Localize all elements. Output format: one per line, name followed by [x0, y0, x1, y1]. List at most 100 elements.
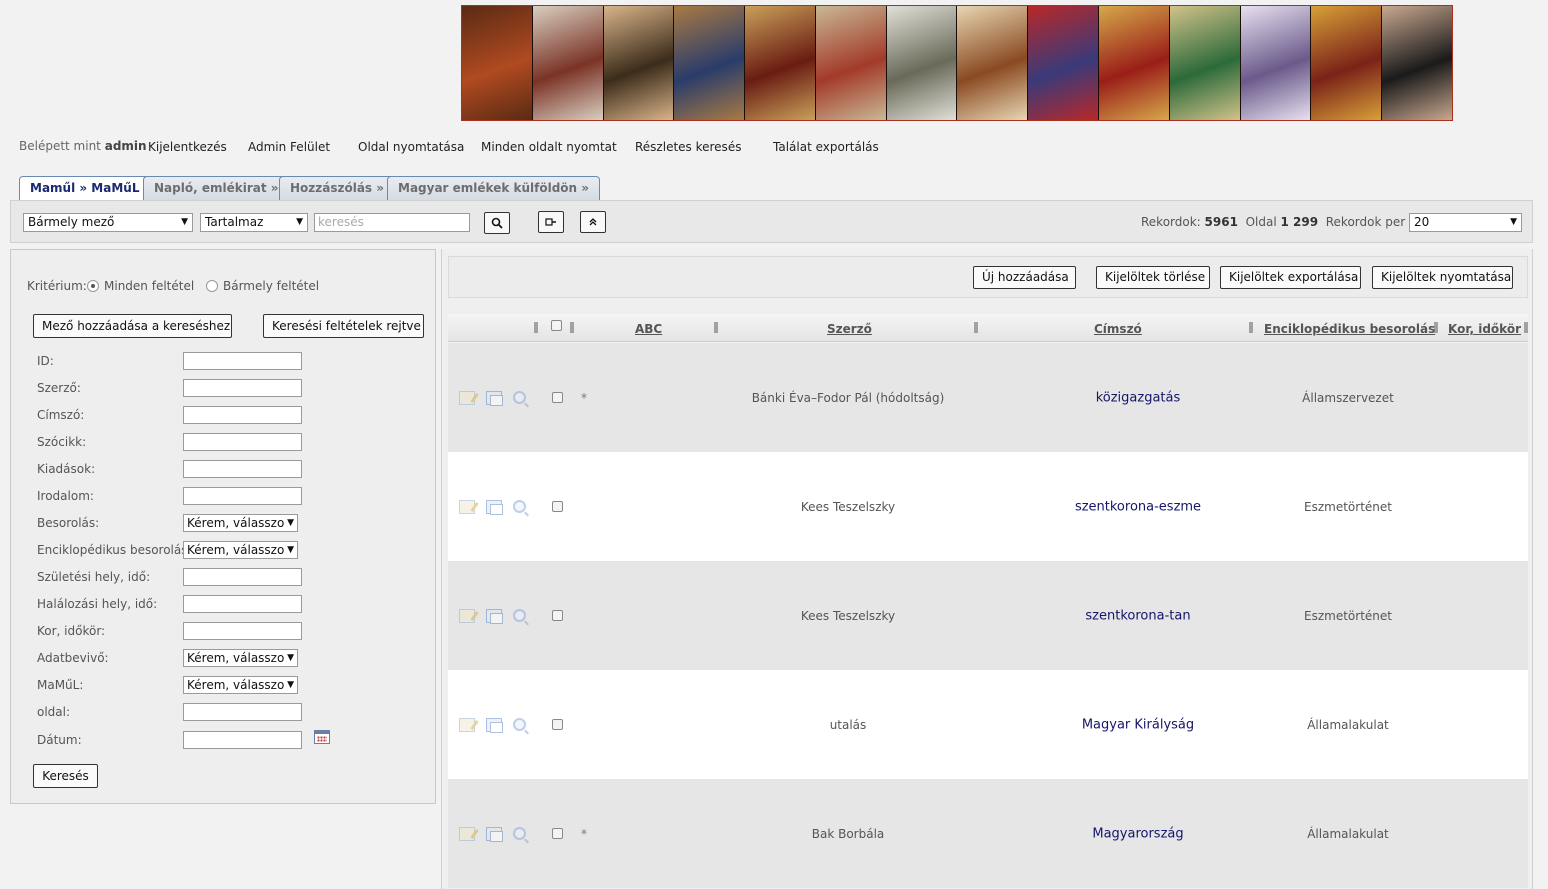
table-row[interactable]: * Bánki Éva–Fodor Pál (hódoltság) közigazg…	[448, 343, 1528, 452]
view-icon[interactable]	[513, 608, 526, 622]
print-all-link[interactable]: Minden oldalt nyomtat	[481, 140, 617, 154]
calendar-icon[interactable]	[314, 730, 330, 744]
table-row[interactable]: utalás Magyar Királyság Államalakulat	[448, 670, 1528, 779]
field-input[interactable]	[183, 731, 302, 749]
row-checkbox[interactable]	[552, 391, 563, 403]
field-select[interactable]: Kérem, válasszon ▼	[183, 676, 298, 694]
chevron-down-icon: ▼	[285, 677, 294, 693]
field-input[interactable]	[183, 433, 302, 451]
copy-icon[interactable]	[486, 826, 503, 842]
edit-icon[interactable]	[459, 608, 475, 623]
column-resize-grip[interactable]	[974, 322, 978, 333]
copy-icon[interactable]	[486, 499, 503, 515]
copy-icon[interactable]	[486, 390, 503, 406]
radio-all-conditions[interactable]	[87, 280, 99, 292]
operator-select[interactable]: Tartalmaz ▼	[200, 213, 308, 232]
chevron-down-icon: ▼	[285, 515, 294, 531]
field-input[interactable]	[183, 595, 302, 613]
field-input[interactable]	[183, 703, 302, 721]
column-header-cimszo[interactable]: Címszó	[1094, 322, 1142, 336]
cell-szerzo: utalás	[829, 717, 867, 732]
column-header-enciklopedikus[interactable]: Enciklopédikus besorolás	[1264, 322, 1435, 336]
cell-cimszo[interactable]: közigazgatás	[1008, 390, 1268, 405]
per-page-select[interactable]: 20 ▼	[1409, 213, 1522, 232]
operator-select-value: Tartalmaz	[205, 215, 264, 229]
header-banner	[461, 5, 1453, 121]
admin-link[interactable]: Admin Felület	[248, 140, 330, 154]
view-icon[interactable]	[513, 826, 526, 840]
view-icon[interactable]	[513, 390, 526, 404]
field-input[interactable]	[183, 379, 302, 397]
cell-cimszo[interactable]: szentkorona-tan	[1008, 608, 1268, 623]
toggle-filter-button[interactable]	[538, 211, 564, 233]
field-select[interactable]: Kérem, válasszon ▼	[183, 514, 298, 532]
column-header-szerzo[interactable]: Szerző	[827, 322, 872, 336]
column-resize-grip[interactable]	[1249, 322, 1253, 333]
table-row[interactable]: Kees Teszelszky szentkorona-eszme Eszmetör…	[448, 452, 1528, 561]
field-input[interactable]	[183, 487, 302, 505]
advanced-search-panel: Kritérium: Minden feltétel Bármely felté…	[10, 249, 436, 804]
cell-besorolas: Államalakulat	[1307, 717, 1389, 732]
field-input[interactable]	[183, 406, 302, 424]
row-checkbox[interactable]	[552, 827, 563, 839]
collapse-button[interactable]	[580, 211, 606, 233]
page-label: Oldal	[1245, 215, 1277, 229]
view-icon[interactable]	[513, 717, 526, 731]
field-label: Szerző:	[37, 381, 81, 395]
column-resize-grip[interactable]	[570, 322, 574, 333]
copy-icon[interactable]	[486, 608, 503, 624]
tab-mamul[interactable]: Maműl » MaMűL	[19, 176, 151, 201]
banner-portrait-image	[674, 6, 746, 120]
add-new-button[interactable]: Új hozzáadása	[973, 266, 1076, 289]
cell-cimszo[interactable]: Magyar Királyság	[1008, 717, 1268, 732]
column-resize-grip[interactable]	[1434, 322, 1438, 333]
column-resize-grip[interactable]	[714, 322, 718, 333]
column-resize-grip[interactable]	[534, 322, 538, 333]
edit-icon[interactable]	[459, 390, 475, 405]
search-button[interactable]	[484, 212, 510, 234]
tab-hozzaszolas[interactable]: Hozzászólás »	[279, 176, 396, 200]
column-resize-grip[interactable]	[1524, 322, 1528, 333]
row-checkbox[interactable]	[552, 609, 563, 621]
cell-cimszo[interactable]: szentkorona-eszme	[1008, 499, 1268, 514]
row-checkbox[interactable]	[552, 718, 563, 730]
search-submit-button[interactable]: Keresés	[33, 764, 98, 788]
hide-criteria-button[interactable]: Keresési feltételek rejtve	[263, 314, 424, 338]
cell-szerzo: Bak Borbála	[811, 826, 885, 841]
field-select[interactable]: Kérem, válasszon ▼	[183, 649, 298, 667]
banner-portrait-image	[957, 6, 1029, 120]
field-select[interactable]: Kérem, válasszon ▼	[183, 541, 298, 559]
select-all-checkbox[interactable]	[551, 320, 562, 331]
logout-link[interactable]: Kijelentkezés	[148, 140, 227, 154]
delete-selected-button[interactable]: Kijelöltek törlése	[1096, 266, 1210, 289]
tab-naplo[interactable]: Napló, emlékirat »	[143, 176, 290, 200]
export-results-link[interactable]: Találat exportálás	[773, 140, 879, 154]
column-header-kor[interactable]: Kor, időkör	[1448, 322, 1521, 336]
banner-portrait-image	[1382, 6, 1452, 120]
grid-header: ABC Szerző Címszó Enciklopédikus besorol…	[448, 314, 1528, 342]
cell-cimszo[interactable]: Magyarország	[1008, 826, 1268, 841]
table-row[interactable]: * Bak Borbála Magyarország Államalakulat	[448, 779, 1528, 888]
edit-icon[interactable]	[459, 499, 475, 514]
tab-magyar-emlekek[interactable]: Magyar emlékek külföldön »	[387, 176, 601, 200]
copy-icon[interactable]	[486, 717, 503, 733]
edit-icon[interactable]	[459, 717, 475, 732]
field-input[interactable]	[183, 460, 302, 478]
field-input[interactable]	[183, 622, 302, 640]
column-header-abc[interactable]: ABC	[635, 322, 662, 336]
field-input[interactable]	[183, 568, 302, 586]
edit-icon[interactable]	[459, 826, 475, 841]
radio-any-condition[interactable]	[206, 280, 218, 292]
export-selected-button[interactable]: Kijelöltek exportálása	[1220, 266, 1361, 289]
double-chevron-up-icon	[589, 218, 597, 226]
search-input[interactable]: keresés	[314, 213, 470, 232]
field-select[interactable]: Bármely mező ▼	[23, 213, 193, 232]
add-field-button[interactable]: Mező hozzáadása a kereséshez	[33, 314, 232, 338]
print-page-link[interactable]: Oldal nyomtatása	[358, 140, 464, 154]
field-input[interactable]	[183, 352, 302, 370]
view-icon[interactable]	[513, 499, 526, 513]
advanced-search-link[interactable]: Részletes keresés	[635, 140, 741, 154]
row-checkbox[interactable]	[552, 500, 563, 512]
table-row[interactable]: Kees Teszelszky szentkorona-tan Eszmetörté…	[448, 561, 1528, 670]
print-selected-button[interactable]: Kijelöltek nyomtatása	[1372, 266, 1513, 289]
